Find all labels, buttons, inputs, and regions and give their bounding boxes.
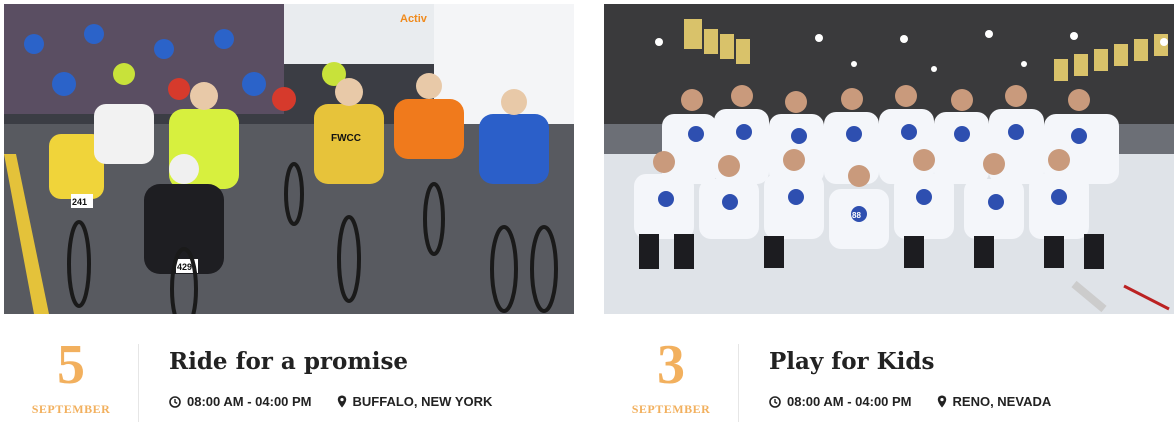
event-month: SEPTEMBER: [631, 402, 711, 416]
event-time-text: 08:00 AM - 04:00 PM: [187, 394, 312, 409]
event-meta: 3 SEPTEMBER Play for Kids 08:00 AM - 04:…: [604, 314, 1174, 431]
event-day: 3: [657, 334, 685, 396]
jersey-text: FWCC: [331, 133, 361, 144]
event-day: 5: [57, 334, 85, 396]
event-info: 08:00 AM - 04:00 PM BUFFALO, NEW YORK: [169, 394, 492, 409]
van-text: Activ: [400, 13, 428, 25]
event-location: RENO, NEVADA: [937, 394, 1052, 409]
bib-number: 241: [72, 197, 87, 207]
event-time: 08:00 AM - 04:00 PM: [169, 394, 312, 409]
event-date: 3 SEPTEMBER: [604, 336, 738, 417]
map-pin-icon: [937, 395, 946, 408]
event-card: Activ FWCC 429 241 5 SEPTEMBER Ride for …: [4, 0, 574, 431]
date-divider: [738, 344, 739, 422]
event-time: 08:00 AM - 04:00 PM: [769, 394, 912, 409]
event-info: 08:00 AM - 04:00 PM RENO, NEVADA: [769, 394, 1051, 409]
bib-number: 429: [177, 262, 192, 272]
clock-icon: [769, 395, 781, 408]
hockey-photo-image: 88: [604, 4, 1174, 314]
event-photo-hockey-team[interactable]: 88: [604, 4, 1174, 314]
cyclists-photo-image: Activ FWCC 429 241: [4, 4, 574, 314]
event-time-text: 08:00 AM - 04:00 PM: [787, 394, 912, 409]
event-photo-cyclists[interactable]: Activ FWCC 429 241: [4, 4, 574, 314]
event-title-link[interactable]: Play for Kids: [769, 348, 934, 375]
event-location-text: RENO, NEVADA: [952, 394, 1052, 409]
event-location-text: BUFFALO, NEW YORK: [352, 394, 493, 409]
event-card: 88 3 SEPTEMBER Play for Kids 08:00 AM - …: [604, 0, 1174, 431]
event-date: 5 SEPTEMBER: [4, 336, 138, 417]
event-location: BUFFALO, NEW YORK: [337, 394, 493, 409]
event-month: SEPTEMBER: [31, 402, 111, 416]
jersey-text: 88: [852, 211, 861, 220]
event-title-link[interactable]: Ride for a promise: [169, 348, 408, 375]
event-meta: 5 SEPTEMBER Ride for a promise 08:00 AM …: [4, 314, 574, 431]
map-pin-icon: [337, 395, 346, 408]
events-list: Activ FWCC 429 241 5 SEPTEMBER Ride for …: [0, 0, 1175, 431]
date-divider: [138, 344, 139, 422]
clock-icon: [169, 395, 181, 408]
